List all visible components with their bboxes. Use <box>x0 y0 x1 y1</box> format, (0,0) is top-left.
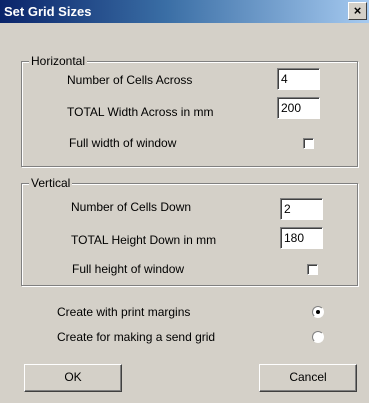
close-icon: × <box>353 3 362 18</box>
send-grid-label: Create for making a send grid <box>57 330 216 344</box>
cells-across-input[interactable] <box>277 68 320 90</box>
close-button[interactable]: × <box>348 2 367 20</box>
cancel-button[interactable]: Cancel <box>259 364 357 392</box>
cells-down-label: Number of Cells Down <box>71 200 192 214</box>
print-margins-radio[interactable] <box>312 306 324 318</box>
total-width-label: TOTAL Width Across in mm <box>67 105 214 119</box>
total-width-input[interactable] <box>277 97 320 119</box>
full-width-label: Full width of window <box>69 136 177 150</box>
cells-across-label: Number of Cells Across <box>67 73 193 87</box>
full-height-checkbox[interactable] <box>307 264 318 275</box>
radio-selected-dot <box>316 310 320 314</box>
title-bar: Set Grid Sizes × <box>0 0 369 23</box>
horizontal-legend: Horizontal <box>29 54 88 68</box>
ok-button[interactable]: OK <box>24 364 122 392</box>
full-height-label: Full height of window <box>72 262 185 276</box>
print-margins-label: Create with print margins <box>57 305 191 319</box>
send-grid-radio[interactable] <box>312 331 324 343</box>
total-height-input[interactable] <box>280 227 323 249</box>
total-height-label: TOTAL Height Down in mm <box>71 233 217 247</box>
cells-down-input[interactable] <box>280 198 323 220</box>
full-width-checkbox[interactable] <box>303 138 314 149</box>
window-title: Set Grid Sizes <box>4 4 92 19</box>
vertical-legend: Vertical <box>29 176 73 190</box>
